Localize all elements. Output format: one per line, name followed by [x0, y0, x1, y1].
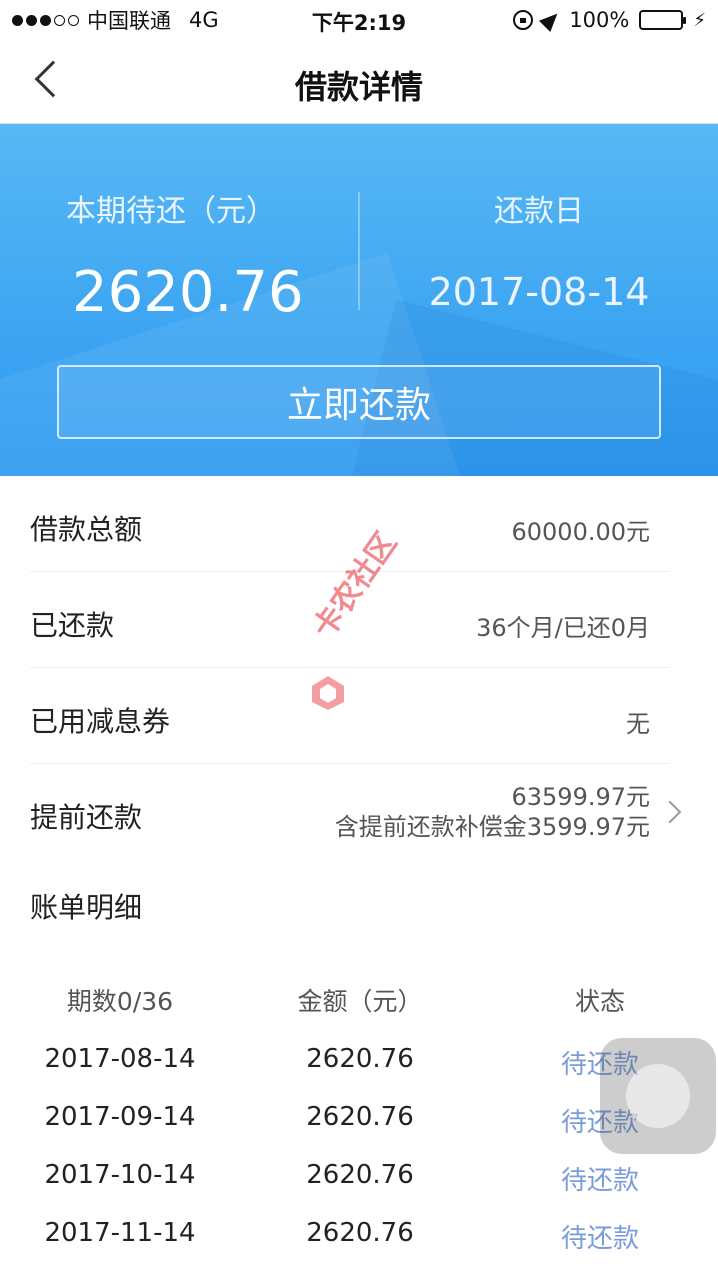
bill-section-title: 账单明细	[30, 891, 143, 924]
repaid-row: 已还款 36个月/已还0月	[30, 572, 670, 668]
chevron-right-icon[interactable]	[658, 800, 682, 824]
prepay-note: 含提前还款补偿金3599.97元	[334, 813, 650, 841]
repay-now-button[interactable]: 立即还款	[57, 365, 661, 439]
rotation-lock-icon	[513, 10, 534, 30]
charging-bolt-icon: ⚡	[693, 9, 706, 31]
location-arrow-icon	[539, 7, 564, 33]
bill-table-header: 期数0/36 金额（元） 状态	[0, 982, 718, 1018]
header-amount: 金额（元）	[297, 987, 423, 1016]
prepay-row[interactable]: 提前还款 63599.97元 含提前还款补偿金3599.97元	[30, 764, 682, 860]
coupon-value: 无	[626, 710, 650, 738]
bill-status: 待还款	[560, 1224, 639, 1254]
signal-strength-icon	[12, 14, 79, 26]
bill-date: 2017-11-14	[44, 1218, 196, 1248]
repayment-summary-card: 本期待还（元） 2620.76 还款日 2017-08-14 立即还款	[0, 124, 718, 476]
due-date-label: 还款日	[494, 194, 584, 229]
bill-amount: 2620.76	[306, 1102, 414, 1132]
header-period: 期数0/36	[66, 987, 174, 1016]
loan-total-value: 60000.00元	[511, 518, 650, 546]
prepay-amount: 63599.97元	[511, 783, 650, 811]
bill-date: 2017-10-14	[44, 1160, 196, 1190]
prepay-label: 提前还款	[30, 801, 143, 834]
battery-icon	[639, 10, 687, 30]
bill-date: 2017-09-14	[44, 1102, 196, 1132]
battery-percent: 100%	[569, 8, 630, 32]
bill-status: 待还款	[560, 1166, 639, 1196]
due-date: 2017-08-14	[428, 270, 650, 314]
bill-row[interactable]: 2017-10-14 2620.76 待还款	[0, 1160, 718, 1200]
repaid-label: 已还款	[30, 609, 115, 642]
bill-amount: 2620.76	[306, 1044, 414, 1074]
nav-bar: 借款详情	[0, 40, 718, 124]
coupon-label: 已用减息券	[30, 705, 171, 738]
assistive-touch-button[interactable]	[600, 1038, 716, 1154]
page-title: 借款详情	[294, 68, 423, 106]
due-amount-label: 本期待还（元）	[66, 194, 276, 229]
loan-total-row: 借款总额 60000.00元	[30, 476, 670, 572]
header-status: 状态	[574, 987, 625, 1016]
bill-amount: 2620.76	[306, 1160, 414, 1190]
coupon-row: 已用减息券 无	[30, 668, 670, 764]
repaid-value: 36个月/已还0月	[476, 614, 650, 642]
bill-date: 2017-08-14	[44, 1044, 196, 1074]
bill-amount: 2620.76	[306, 1218, 414, 1248]
loan-total-label: 借款总额	[30, 513, 143, 546]
carrier-name: 中国联通	[87, 9, 171, 33]
bill-row[interactable]: 2017-11-14 2620.76 待还款	[0, 1218, 718, 1258]
due-amount: 2620.76	[72, 260, 304, 325]
status-bar: 中国联通 4G 下午2:19 100% ⚡	[0, 0, 718, 40]
network-type: 4G	[189, 8, 219, 32]
